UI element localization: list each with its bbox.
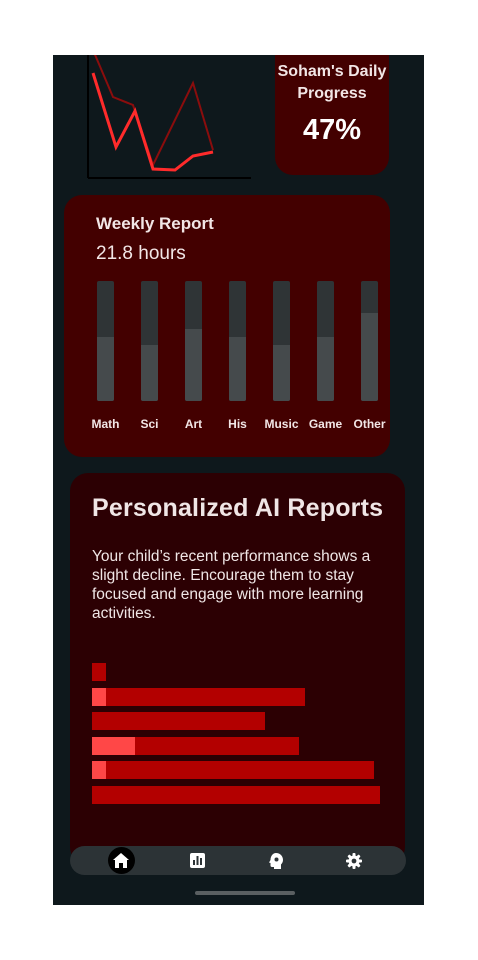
weekly-bar-label: His (228, 417, 247, 431)
weekly-bar-fill (273, 344, 290, 401)
weekly-report-hours: 21.8 hours (96, 243, 186, 264)
ai-report-bar-highlight (92, 736, 136, 755)
home-icon[interactable] (107, 847, 135, 874)
ai-report-bar-highlight (92, 687, 107, 706)
weekly-bar-label: Art (184, 417, 203, 431)
progress-line-chart (83, 55, 253, 181)
ai-reports-card[interactable]: Personalized AI Reports Your child’s rec… (70, 473, 405, 865)
app-screen: Soham's Daily Progress 47% Weekly Report… (53, 55, 424, 905)
weekly-bar-fill (185, 329, 202, 401)
ai-report-bar-5 (92, 785, 380, 804)
ai-report-bar-1 (92, 687, 306, 706)
weekly-bar-4 (273, 281, 290, 401)
ai-reports-message: Your child’s recent performance shows a … (92, 548, 371, 622)
weekly-bar-label: Game (308, 417, 343, 431)
chart-icon[interactable] (184, 847, 211, 874)
weekly-bar-fill (141, 344, 158, 401)
daily-progress-card[interactable]: Soham's Daily Progress 47% (275, 55, 389, 175)
bottom-nav (70, 846, 406, 875)
weekly-bar-5 (317, 281, 334, 401)
weekly-bar-1 (141, 281, 158, 401)
ai-report-bar-0 (92, 663, 107, 681)
weekly-bar-3 (229, 281, 246, 401)
weekly-report-card[interactable]: Weekly Report 21.8 hours Math Sci Art His Mu… (64, 195, 390, 457)
weekly-bar-fill (361, 313, 378, 401)
weekly-bar-2 (185, 281, 202, 401)
weekly-bar-fill (317, 337, 334, 401)
daily-progress-percent: 47% (302, 114, 362, 146)
ai-brain-icon[interactable] (263, 847, 290, 874)
gesture-bar[interactable] (195, 891, 295, 895)
gear-icon[interactable] (341, 847, 368, 874)
weekly-bar-fill (97, 337, 114, 401)
chart-series-secondary (94, 55, 214, 168)
ai-report-bar-4 (92, 761, 375, 779)
weekly-bar-label: Music (264, 417, 299, 431)
ai-report-bar-highlight (92, 761, 107, 779)
weekly-bar-label: Other (353, 417, 386, 431)
ai-reports-title: Personalized AI Reports (92, 494, 384, 522)
weekly-bar-6 (361, 281, 378, 401)
weekly-bar-label: Math (91, 417, 120, 431)
weekly-bar-fill (229, 337, 246, 401)
ai-report-bar-2 (92, 712, 265, 730)
weekly-report-title: Weekly Report (96, 214, 214, 233)
ai-report-bar-3 (92, 736, 300, 755)
daily-progress-title: Soham's Daily Progress (277, 63, 387, 102)
weekly-bar-label: Sci (140, 417, 159, 431)
weekly-bar-0 (97, 281, 114, 401)
